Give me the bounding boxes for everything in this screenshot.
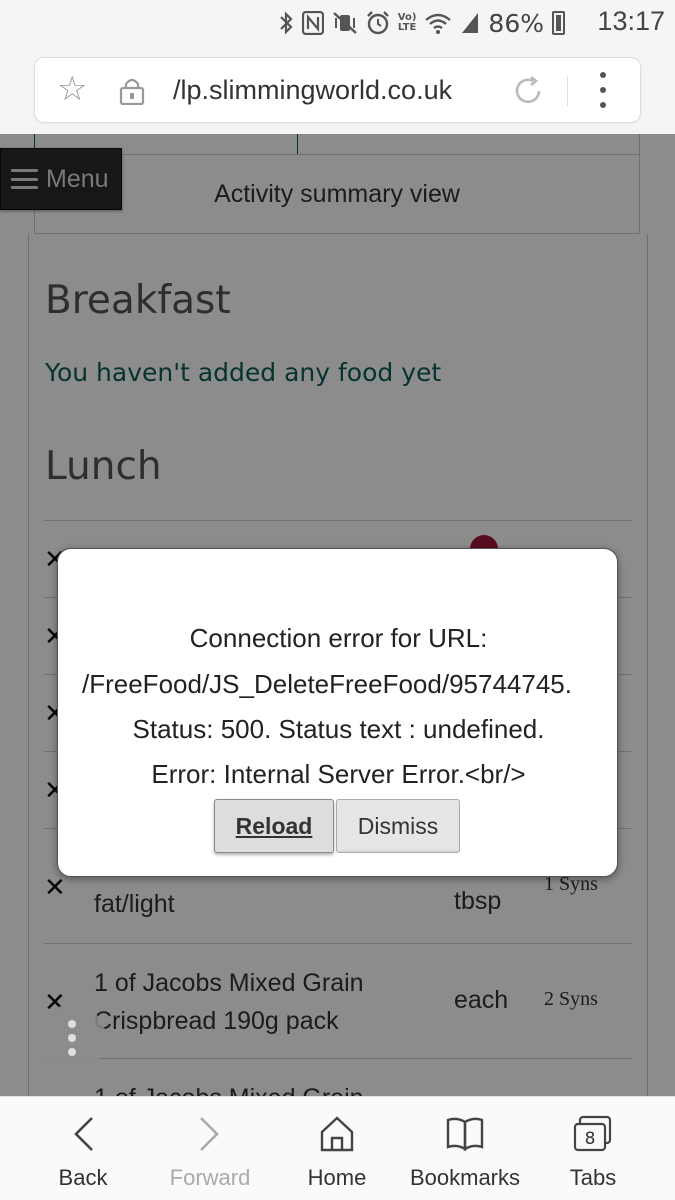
signal-icon: [462, 13, 479, 33]
battery-icon: [552, 11, 565, 35]
bookmarks-icon: [446, 1117, 484, 1152]
address-bar[interactable]: ☆ /lp.slimmingworld.co.uk: [34, 57, 641, 123]
bluetooth-icon: [280, 11, 293, 35]
tabs-icon: 8: [573, 1115, 612, 1152]
url-text[interactable]: /lp.slimmingworld.co.uk: [173, 75, 452, 106]
bookmarks-label: Bookmarks: [409, 1165, 521, 1190]
error-line-4: Error: Internal Server Error.<br/>: [151, 759, 526, 789]
clock: 13:17: [597, 6, 665, 36]
forward-icon: [200, 1117, 219, 1151]
volte-icon: Vo) LTE: [398, 13, 417, 33]
home-icon: [320, 1116, 354, 1152]
home-button[interactable]: Home: [300, 1111, 374, 1191]
battery-percent: 86%: [488, 8, 544, 38]
tabs-label: Tabs: [569, 1165, 617, 1190]
tab-count: 8: [585, 1129, 596, 1149]
error-dialog: Connection error for URL: /FreeFood/JS_D…: [57, 548, 618, 877]
error-line-2: /FreeFood/JS_DeleteFreeFood/95744745.: [82, 669, 572, 699]
bookmarks-button[interactable]: Bookmarks: [406, 1111, 524, 1191]
more-options-icon[interactable]: [599, 72, 607, 108]
vibrate-mute-icon: [332, 12, 357, 34]
nfc-icon: [301, 11, 324, 35]
error-line-3: Status: 500. Status text : undefined.: [132, 714, 545, 744]
forward-label: Forward: [169, 1165, 251, 1190]
divider: [567, 76, 568, 106]
lte-label: LTE: [397, 22, 417, 33]
back-label: Back: [58, 1165, 108, 1190]
reload-icon[interactable]: [511, 74, 545, 108]
dialog-buttons: Reload Dismiss: [214, 799, 460, 853]
tabs-button[interactable]: 8 Tabs: [562, 1111, 624, 1191]
status-icons: Vo) LTE 86%: [278, 8, 565, 38]
error-line-1: Connection error for URL:: [189, 623, 488, 653]
forward-button[interactable]: Forward: [164, 1111, 256, 1191]
lock-icon[interactable]: [119, 77, 145, 105]
back-icon: [74, 1117, 93, 1151]
bookmark-star-icon[interactable]: ☆: [57, 72, 87, 106]
floating-menu-button[interactable]: [38, 1004, 106, 1072]
alarm-icon: [366, 11, 389, 35]
status-bar: Vo) LTE 86% 13:17: [0, 0, 675, 46]
browser-bottom-nav: Back Forward Home Bookmarks 8 Tabs: [0, 1096, 675, 1200]
browser-toolbar: ☆ /lp.slimmingworld.co.uk: [0, 46, 675, 134]
back-button[interactable]: Back: [52, 1111, 114, 1191]
dismiss-button[interactable]: Dismiss: [336, 799, 460, 853]
wifi-icon: [425, 13, 452, 34]
reload-button[interactable]: Reload: [214, 799, 334, 853]
home-label: Home: [307, 1165, 367, 1190]
